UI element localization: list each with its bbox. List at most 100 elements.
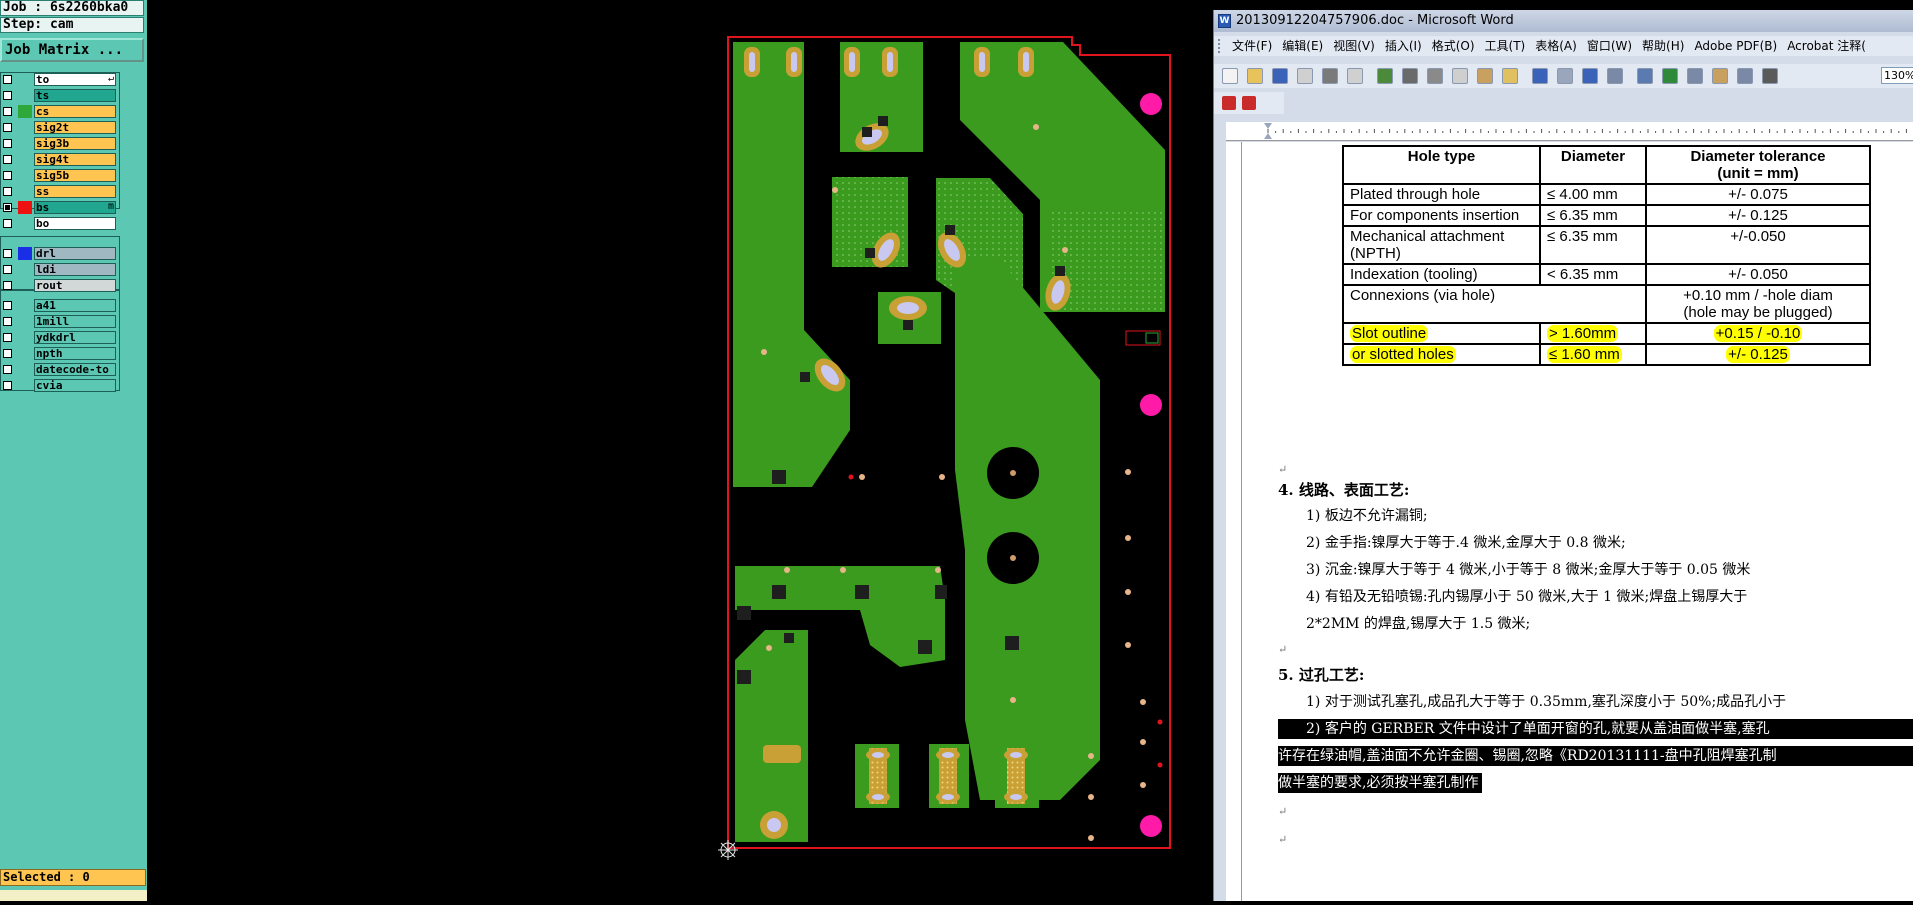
layer-row-rout[interactable]: rout [0, 278, 120, 293]
layer-row-sig3b[interactable]: sig3b [0, 136, 120, 151]
layer-row-bo[interactable]: bo [0, 216, 120, 231]
layer-name[interactable]: cvia [34, 379, 116, 392]
layer-row-bs[interactable]: bs m [0, 200, 120, 215]
document-page[interactable]: Hole type Diameter Diameter tolerance (u… [1242, 142, 1913, 901]
layer-checkbox[interactable] [3, 333, 12, 342]
origin-crosshair-icon[interactable] [718, 840, 738, 860]
layer-checkbox[interactable] [3, 381, 12, 390]
layer-checkbox[interactable] [3, 75, 12, 84]
layer-row-npth[interactable]: npth [0, 346, 120, 361]
layer-row-cvia[interactable]: cvia [0, 378, 120, 393]
layer-checkbox[interactable] [3, 187, 12, 196]
layer-color-swatch[interactable] [18, 247, 32, 260]
copy-icon[interactable] [1452, 68, 1468, 84]
layer-row-cs[interactable]: cs [0, 104, 120, 119]
word-titlebar[interactable]: W 20130912204757906.doc - Microsoft Word [1214, 10, 1913, 32]
print-preview-icon[interactable] [1347, 68, 1363, 84]
save-icon[interactable] [1272, 68, 1288, 84]
layer-checkbox[interactable] [3, 317, 12, 326]
layer-row-1mill[interactable]: 1mill [0, 314, 120, 329]
format-painter-icon[interactable] [1502, 68, 1518, 84]
layer-name[interactable]: a41 [34, 299, 116, 312]
pdf-email-icon[interactable] [1242, 96, 1256, 110]
menu-item[interactable]: 表格(A) [1530, 36, 1582, 56]
layer-row-drl[interactable]: drl [0, 246, 120, 261]
layer-name[interactable]: bo [34, 217, 116, 230]
selected-text-line[interactable]: 许存在绿油帽,盖油面不允许金圈、锡圈,忽略《RD20131111-盘中孔阻焊塞孔… [1278, 746, 1913, 766]
vertical-ruler[interactable] [1226, 142, 1242, 901]
layer-row-datecode-to[interactable]: datecode-to [0, 362, 120, 377]
zoom-select[interactable]: 130% [1881, 67, 1913, 84]
show-hide-icon[interactable] [1762, 68, 1778, 84]
menubar-grip-icon[interactable] [1218, 39, 1223, 53]
paste-icon[interactable] [1477, 68, 1493, 84]
permission-icon[interactable] [1297, 68, 1313, 84]
layer-name[interactable]: cs [34, 105, 116, 118]
layer-row-ydkdrl[interactable]: ydkdrl [0, 330, 120, 345]
layer-name[interactable]: rout [34, 279, 116, 292]
menu-item[interactable]: 工具(T) [1480, 36, 1531, 56]
print-icon[interactable] [1322, 68, 1338, 84]
menu-item[interactable]: 帮助(H) [1637, 36, 1689, 56]
excel-icon[interactable] [1662, 68, 1678, 84]
layer-name[interactable]: sig3b [34, 137, 116, 150]
insert-table-icon[interactable] [1637, 68, 1653, 84]
layer-checkbox[interactable] [3, 91, 12, 100]
layer-checkbox[interactable] [3, 203, 12, 212]
layer-checkbox[interactable] [3, 249, 12, 258]
layer-name[interactable]: bs [34, 201, 116, 214]
tables-icon[interactable] [1607, 68, 1623, 84]
layer-checkbox[interactable] [3, 281, 12, 290]
layer-checkbox[interactable] [3, 171, 12, 180]
layer-checkbox[interactable] [3, 265, 12, 274]
layer-row-a41[interactable]: a41 [0, 298, 120, 313]
menu-item[interactable]: 文件(F) [1227, 36, 1277, 56]
layer-name[interactable]: ldi [34, 263, 116, 276]
undo-icon[interactable] [1532, 68, 1548, 84]
menu-item[interactable]: 窗口(W) [1582, 36, 1637, 56]
layer-name[interactable]: datecode-to [34, 363, 116, 376]
layer-checkbox[interactable] [3, 107, 12, 116]
layer-row-ts[interactable]: ts [0, 88, 120, 103]
cut-icon[interactable] [1427, 68, 1443, 84]
layer-name[interactable]: 1mill [34, 315, 116, 328]
layer-name[interactable]: drl [34, 247, 116, 260]
pcb-graphic-canvas[interactable] [147, 0, 1213, 901]
layer-row-to[interactable]: to ↵ [0, 72, 120, 87]
selected-text-line[interactable]: 做半塞的要求,必须按半塞孔制作 [1278, 773, 1483, 793]
layer-checkbox[interactable] [3, 301, 12, 310]
layer-name[interactable]: sig5b [34, 169, 116, 182]
menu-item[interactable]: 编辑(E) [1277, 36, 1328, 56]
columns-icon[interactable] [1687, 68, 1703, 84]
layer-name[interactable]: ts [34, 89, 116, 102]
redo-icon[interactable] [1557, 68, 1573, 84]
doc-map-icon[interactable] [1737, 68, 1753, 84]
menu-item[interactable]: 插入(I) [1380, 36, 1427, 56]
menu-item[interactable]: 视图(V) [1328, 36, 1380, 56]
research-icon[interactable] [1402, 68, 1418, 84]
layer-row-sig4t[interactable]: sig4t [0, 152, 120, 167]
layer-name[interactable]: npth [34, 347, 116, 360]
menu-item[interactable]: Adobe PDF(B) [1689, 36, 1782, 56]
layer-color-swatch[interactable] [18, 201, 32, 214]
layer-checkbox[interactable] [3, 139, 12, 148]
layer-row-ss[interactable]: ss [0, 184, 120, 199]
pcb-board-view[interactable] [147, 0, 1213, 901]
layer-name[interactable]: sig2t [34, 121, 116, 134]
layer-name[interactable]: to [34, 73, 116, 86]
layer-color-swatch[interactable] [18, 105, 32, 118]
pdf-convert-icon[interactable] [1222, 96, 1236, 110]
word-window[interactable]: W 20130912204757906.doc - Microsoft Word… [1213, 10, 1913, 901]
menu-item[interactable]: 格式(O) [1427, 36, 1480, 56]
layer-checkbox[interactable] [3, 349, 12, 358]
layer-row-ldi[interactable]: ldi [0, 262, 120, 277]
layer-name[interactable]: ss [34, 185, 116, 198]
selected-text-line[interactable]: 2) 客户的 GERBER 文件中设计了单面开窗的孔,就要从盖油面做半塞,塞孔 [1278, 719, 1913, 739]
layer-checkbox[interactable] [3, 365, 12, 374]
layer-name[interactable]: sig4t [34, 153, 116, 166]
layer-row-sig5b[interactable]: sig5b [0, 168, 120, 183]
layer-checkbox[interactable] [3, 155, 12, 164]
layer-checkbox[interactable] [3, 219, 12, 228]
open-icon[interactable] [1247, 68, 1263, 84]
hyperlink-icon[interactable] [1582, 68, 1598, 84]
